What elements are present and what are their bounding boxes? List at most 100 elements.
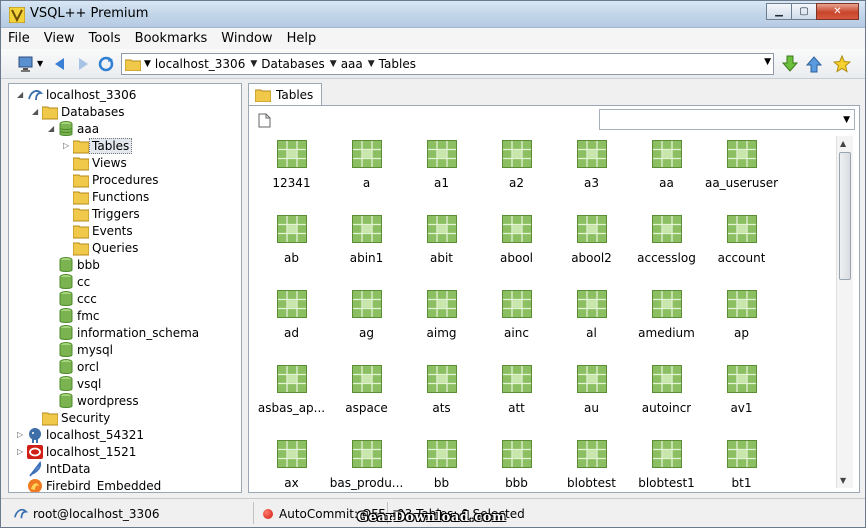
collapse-icon[interactable]: ◢ [17,90,23,99]
computer-icon[interactable] [17,55,35,73]
maximize-button[interactable]: ▢ [791,3,817,20]
table-item[interactable]: bas_produ... [329,436,404,492]
tree-node-vsql[interactable]: vsql [58,375,101,392]
table-item[interactable]: ap [704,286,779,361]
tree-node-orcl[interactable]: orcl [58,358,99,375]
folder-icon [73,225,89,238]
table-item[interactable]: ag [329,286,404,361]
bookmark-star-icon[interactable] [833,55,851,73]
back-icon[interactable] [51,55,69,73]
table-item[interactable]: blobtest [554,436,629,492]
table-item[interactable]: blobtest1 [629,436,704,492]
expand-icon[interactable]: ▷ [17,447,23,456]
tree-node-fmc[interactable]: fmc [58,307,100,324]
table-item[interactable]: abool [479,211,554,286]
download-icon[interactable] [781,55,799,73]
tab-tables[interactable]: Tables [248,83,322,106]
expand-icon[interactable]: ▷ [17,430,23,439]
scroll-thumb[interactable] [839,152,851,280]
menu-tools[interactable]: Tools [82,31,128,46]
address-bar[interactable]: ▼ localhost_3306 ▼ Databases ▼ aaa ▼ Tables… [121,53,774,75]
table-item[interactable]: bbb [479,436,554,492]
table-item[interactable]: autoincr [629,361,704,436]
table-item[interactable]: au [554,361,629,436]
tree-node-cc[interactable]: cc [58,273,90,290]
expand-icon[interactable]: ▷ [63,141,69,150]
tree-node-tables[interactable]: ▷ Tables [63,137,133,154]
scroll-up-icon[interactable]: ▲ [840,139,846,148]
table-item[interactable]: a1 [404,136,479,211]
table-item[interactable]: aimg [404,286,479,361]
table-item[interactable]: amedium [629,286,704,361]
menu-file[interactable]: File [1,31,37,46]
table-item[interactable]: bt1 [704,436,779,492]
tree-node-ccc[interactable]: ccc [58,290,97,307]
tree-node-security[interactable]: Security [42,409,110,426]
menu-view[interactable]: View [37,31,82,46]
tree-node-queries[interactable]: Queries [73,239,138,256]
menu-help[interactable]: Help [280,31,324,46]
table-item[interactable]: a3 [554,136,629,211]
vertical-scrollbar[interactable]: ▲ ▼ [836,136,853,488]
table-item[interactable]: ad [254,286,329,361]
tree-node-triggers[interactable]: Triggers [73,205,140,222]
table-item[interactable]: account [704,211,779,286]
table-item[interactable]: aa_useruser [704,136,779,211]
menu-window[interactable]: Window [214,31,279,46]
tree-node-localhost-54321[interactable]: ▷ localhost_54321 [17,426,144,443]
table-item[interactable]: abool2 [554,211,629,286]
folder-icon [73,242,89,255]
tree-node-intdata[interactable]: IntData [27,460,91,477]
table-item[interactable]: accesslog [629,211,704,286]
tree-node-databases[interactable]: ◢ Databases [32,103,125,120]
tree-node-aaa[interactable]: ◢ aaa [48,120,99,137]
table-item[interactable]: bb [404,436,479,492]
tree-node-mysql[interactable]: mysql [58,341,113,358]
pane-splitter[interactable] [243,83,247,493]
tree-node-procedures[interactable]: Procedures [73,171,159,188]
table-item[interactable]: a [329,136,404,211]
collapse-icon[interactable]: ◢ [48,124,54,133]
table-item[interactable]: abin1 [329,211,404,286]
table-item[interactable]: aspace [329,361,404,436]
minimize-button[interactable]: ▁ [766,3,792,20]
tree-node-bbb[interactable]: bbb [58,256,100,273]
table-item[interactable]: att [479,361,554,436]
table-item[interactable]: asbas_ap... [254,361,329,436]
table-item[interactable]: av1 [704,361,779,436]
table-item[interactable]: 12341 [254,136,329,211]
breadcrumb-localhost[interactable]: localhost_3306 ▼ [155,57,257,71]
collapse-icon[interactable]: ◢ [32,107,38,116]
tree-node-wordpress[interactable]: wordpress [58,392,139,409]
forward-icon[interactable] [74,55,92,73]
close-button[interactable]: ✕ [816,3,859,20]
computer-dropdown-icon[interactable]: ▼ [37,59,43,68]
table-item[interactable]: ax [254,436,329,492]
table-item[interactable]: ab [254,211,329,286]
table-item[interactable]: a2 [479,136,554,211]
tree-node-localhost-1521[interactable]: ▷ localhost_1521 [17,443,136,460]
breadcrumb-tables[interactable]: Tables [379,57,416,71]
table-item[interactable]: al [554,286,629,361]
menu-bookmarks[interactable]: Bookmarks [128,31,215,46]
scroll-down-icon[interactable]: ▼ [840,476,846,485]
table-item[interactable]: ats [404,361,479,436]
table-item[interactable]: abit [404,211,479,286]
tree-node-functions[interactable]: Functions [73,188,149,205]
refresh-icon[interactable] [97,55,115,73]
tree-node-information-schema[interactable]: information_schema [58,324,199,341]
chevron-down-icon[interactable]: ▼ [144,59,151,69]
tree-node-views[interactable]: Views [73,154,127,171]
new-document-icon[interactable] [258,113,271,128]
breadcrumb-aaa[interactable]: aaa ▼ [341,57,375,71]
upload-icon[interactable] [805,55,823,73]
filter-dropdown[interactable]: ▼ [599,109,855,130]
title-bar[interactable]: VSQL++ Premium ▁ ▢ ✕ [1,1,865,28]
tree-node-localhost-3306[interactable]: ◢ localhost_3306 [17,86,136,103]
tree-node-firebird-embedded[interactable]: Firebird_Embedded [27,477,161,492]
address-dropdown-icon[interactable]: ▼ [764,57,771,67]
table-item[interactable]: aa [629,136,704,211]
tree-node-events[interactable]: Events [73,222,133,239]
breadcrumb-databases[interactable]: Databases ▼ [261,57,336,71]
table-item[interactable]: ainc [479,286,554,361]
